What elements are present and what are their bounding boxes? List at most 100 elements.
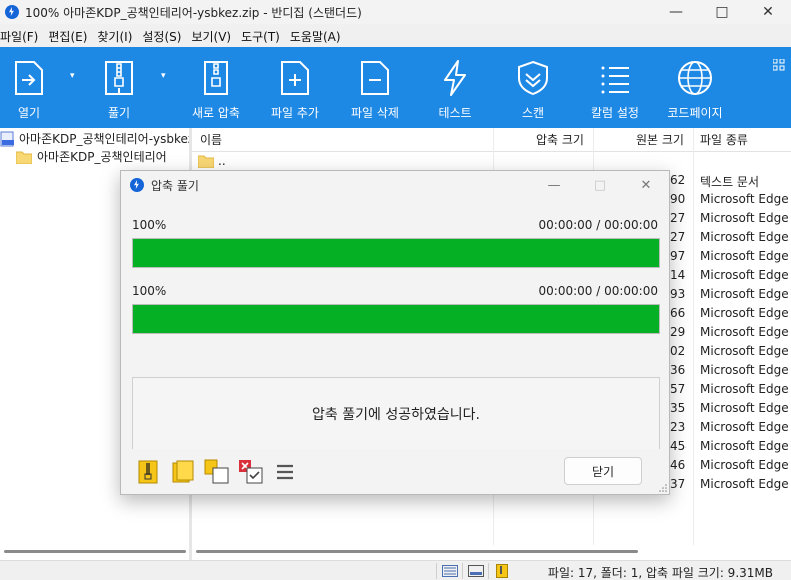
row-original-size: 622 [670,173,686,187]
result-message-box: 압축 풀기에 성공하였습니다. [132,377,660,449]
parent-folder-row[interactable]: .. [198,154,226,168]
tree-horizontal-scrollbar[interactable] [0,545,189,560]
dialog-close-icon[interactable]: ✕ [623,171,669,199]
preview-pane-icon[interactable] [462,563,488,579]
chevron-down-icon[interactable]: ▾ [70,71,75,81]
menu-view[interactable]: 보기(V) [191,28,231,45]
progress1-time: 00:00:00 / 00:00:00 [538,218,658,232]
menu-edit[interactable]: 편집(E) [48,28,87,45]
row-original-size: 972 [670,249,686,263]
row-original-size: 467 [670,458,686,472]
add-files-button[interactable]: 파일 추가 [268,47,322,128]
copy-files-icon[interactable] [203,458,231,486]
row-file-type: Microsoft Edge PDF Document [700,249,791,263]
dialog-close-button[interactable]: 닫기 [564,457,642,485]
progress2-percent: 100% [132,284,167,298]
list-horizontal-scrollbar[interactable] [192,545,791,560]
row-file-type: 텍스트 문서 [700,175,760,189]
progress1-percent: 100% [132,218,167,232]
shield-icon [515,60,551,96]
test-label: 테스트 [438,106,472,120]
codepage-label: 코드페이지 [667,106,723,120]
row-file-type: Microsoft Edge PDF Document [700,458,791,472]
dialog-window-controls: — □ ✕ [531,171,669,199]
add-files-label: 파일 추가 [271,106,319,120]
row-original-size: 232 [670,420,686,434]
tree-item-label: 아마존KDP_공책인테리어-ysbkez.zip [19,132,216,146]
row-original-size: 379 [670,477,686,491]
row-original-size: 273 [670,230,686,244]
tree-item-archive[interactable]: 아마존KDP_공책인테리어-ysbkez.zip [0,130,215,147]
chevron-down-icon[interactable]: ▾ [161,71,166,81]
close-window-button[interactable]: ✕ [745,0,791,24]
delete-files-button[interactable]: 파일 삭제 [348,47,402,128]
column-header-packed[interactable]: 압축 크기 [536,128,584,152]
row-original-size: 352 [670,401,686,415]
zip-folder-icon [101,60,137,96]
tree-item-label: 아마존KDP_공책인테리어 [37,150,167,164]
row-file-type: Microsoft Edge PDF Document [700,268,791,282]
menu-help[interactable]: 도움말(A) [290,28,341,45]
row-file-type: Microsoft Edge PDF Document [700,439,791,453]
list-header: 이름 ˄ 압축 크기 원본 크기 파일 종류 [192,128,791,152]
column-header-name[interactable]: 이름 [200,128,222,152]
scan-button[interactable]: 스캔 [512,47,554,128]
maximize-button[interactable]: □ [699,0,745,24]
title-bar: 100% 아마존KDP_공책인테리어-ysbkez.zip - 반디집 (스탠더… [0,0,791,24]
column-header-type[interactable]: 파일 종류 [700,128,748,152]
row-original-size: 933 [670,287,686,301]
dialog-footer-icons [135,458,305,486]
folder-icon [198,155,214,168]
row-file-type: Microsoft Edge PDF Document [700,192,791,206]
progress-bar-total [132,304,660,334]
extract-progress-dialog: 압축 풀기 — □ ✕ 100% 00:00:00 / 00:00:00 100… [120,170,670,495]
resize-grip-icon[interactable] [659,484,667,492]
open-icon [11,60,47,96]
bandizip-logo-icon [130,178,144,192]
new-archive-button[interactable]: 새로 압축 [190,47,242,128]
row-original-size: 909 [670,192,686,206]
menu-hamburger-icon[interactable] [271,458,299,486]
progress-bar-current [132,238,660,268]
window-title: 100% 아마존KDP_공책인테리어-ysbkez.zip - 반디집 (스탠더… [25,5,362,20]
details-view-icon[interactable] [436,563,462,579]
menu-file[interactable]: 파일(F) [0,28,38,45]
row-original-size: 668 [670,306,686,320]
row-original-size: 579 [670,382,686,396]
test-button[interactable]: 테스트 [434,47,476,128]
delete-archive-icon[interactable] [237,458,265,486]
parent-folder-label: .. [218,154,226,168]
status-bar: 파일: 17, 폴더: 1, 압축 파일 크기: 9.31MB [0,560,791,580]
row-file-type: Microsoft Edge PDF Document [700,363,791,377]
open-button[interactable]: 열기 [8,47,50,128]
column-header-original[interactable]: 원본 크기 [636,128,684,152]
dialog-minimize-button[interactable]: — [531,171,577,199]
open-folder-icon[interactable] [169,458,197,486]
dialog-title: 압축 풀기 [151,178,199,193]
dialog-maximize-button: □ [593,177,607,193]
grid-menu-icon[interactable] [773,59,785,71]
add-file-icon [277,60,313,96]
menu-find[interactable]: 찾기(I) [97,28,132,45]
tree-item-folder[interactable]: 아마존KDP_공책인테리어 [16,148,167,165]
codepage-button[interactable]: 코드페이지 [664,47,726,128]
row-file-type: Microsoft Edge PDF Document [700,382,791,396]
open-archive-icon[interactable] [135,458,163,486]
minimize-button[interactable]: — [653,0,699,24]
row-original-size: 023 [670,344,686,358]
menu-tools[interactable]: 도구(T) [241,28,280,45]
list-icon [597,60,633,96]
row-file-type: Microsoft Edge PDF Document [700,477,791,491]
row-original-size: 365 [670,363,686,377]
new-archive-label: 새로 압축 [192,106,240,120]
row-file-type: Microsoft Edge PDF Document [700,401,791,415]
archive-info-icon[interactable] [488,563,514,579]
extract-label: 풀기 [107,106,131,120]
column-settings-label: 칼럼 설정 [591,106,639,120]
status-text: 파일: 17, 폴더: 1, 압축 파일 크기: 9.31MB [547,566,773,580]
row-original-size: 454 [670,439,686,453]
column-settings-button[interactable]: 칼럼 설정 [588,47,642,128]
menu-settings[interactable]: 설정(S) [142,28,181,45]
extract-button[interactable]: 풀기 [98,47,140,128]
toolbar: 열기 ▾ 풀기 ▾ 새로 압축 파일 추가 파일 삭제 테스트 스캔 칼럼 설정… [0,47,791,128]
